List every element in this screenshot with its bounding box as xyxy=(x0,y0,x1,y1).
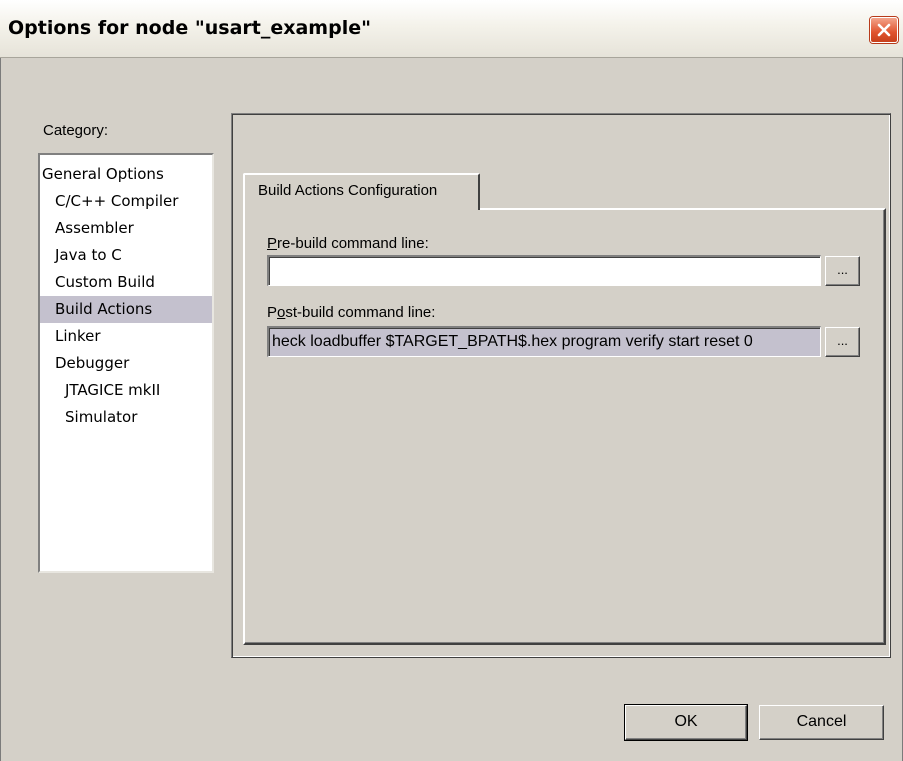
close-button[interactable] xyxy=(870,17,898,43)
postbuild-label: Post-build command line: xyxy=(267,304,436,321)
cancel-button[interactable]: Cancel xyxy=(759,705,884,740)
category-item-assembler[interactable]: Assembler xyxy=(40,215,212,242)
window-border-left xyxy=(0,58,1,761)
category-item-c-c-compiler[interactable]: C/C++ Compiler xyxy=(40,188,212,215)
postbuild-command-input[interactable]: heck loadbuffer $TARGET_BPATH$.hex progr… xyxy=(267,326,821,357)
category-list[interactable]: General Options C/C++ Compiler Assembler Ja… xyxy=(38,153,214,573)
category-item-general-options[interactable]: General Options xyxy=(40,161,212,188)
category-item-simulator[interactable]: Simulator xyxy=(40,404,212,431)
category-label: Category: xyxy=(43,122,109,139)
category-item-custom-build[interactable]: Custom Build xyxy=(40,269,212,296)
window-title: Options for node "usart_example" xyxy=(8,17,372,39)
prebuild-label: Pre-build command line: xyxy=(267,235,429,252)
category-item-jtagice-mkii[interactable]: JTAGICE mkII xyxy=(40,377,212,404)
category-item-debugger[interactable]: Debugger xyxy=(40,350,212,377)
category-item-build-actions[interactable]: Build Actions xyxy=(40,296,212,323)
options-dialog: Options for node "usart_example" Categor… xyxy=(0,0,903,761)
ok-button[interactable]: OK xyxy=(625,705,747,740)
prebuild-browse-button[interactable]: ... xyxy=(825,256,860,286)
prebuild-command-input[interactable] xyxy=(267,255,821,286)
category-item-java-to-c[interactable]: Java to C xyxy=(40,242,212,269)
category-item-linker[interactable]: Linker xyxy=(40,323,212,350)
postbuild-browse-button[interactable]: ... xyxy=(825,327,860,357)
tab-build-actions-configuration[interactable]: Build Actions Configuration xyxy=(243,173,480,210)
title-bar[interactable]: Options for node "usart_example" xyxy=(0,0,903,58)
tab-label: Build Actions Configuration xyxy=(258,182,438,199)
close-icon xyxy=(877,23,891,37)
